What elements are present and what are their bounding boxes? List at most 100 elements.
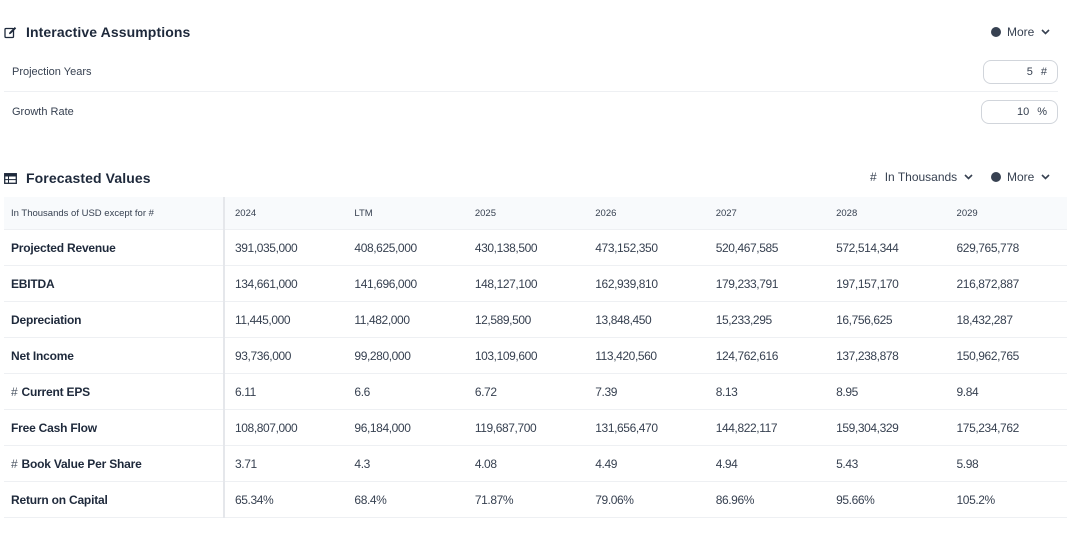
column-header: 2027 bbox=[705, 197, 827, 230]
table-cell: 16,756,625 bbox=[826, 301, 947, 338]
row-prefix: # bbox=[11, 384, 18, 399]
table-cell: 629,765,778 bbox=[946, 229, 1067, 266]
row-label: Net Income bbox=[4, 337, 225, 374]
table-cell: 8.13 bbox=[705, 373, 827, 410]
growth-rate-row: Growth Rate 10 % bbox=[4, 92, 1058, 132]
table-cell: 137,238,878 bbox=[826, 337, 947, 374]
table-cell: 13,848,450 bbox=[585, 301, 706, 338]
column-header: 2024 bbox=[224, 197, 345, 230]
table-cell: 141,696,000 bbox=[344, 265, 465, 302]
assumptions-title: Interactive Assumptions bbox=[26, 24, 191, 40]
projection-years-label: Projection Years bbox=[12, 66, 92, 78]
table-cell: 12,589,500 bbox=[464, 301, 586, 338]
table-cell: 71.87% bbox=[464, 481, 586, 518]
table-cell: 3.71 bbox=[224, 445, 345, 482]
projection-years-input[interactable]: 5 # bbox=[983, 60, 1058, 84]
table-cell: 162,939,810 bbox=[585, 265, 706, 302]
units-label: In Thousands bbox=[884, 170, 958, 184]
table-cell: 5.98 bbox=[946, 445, 1067, 482]
table-cell: 197,157,170 bbox=[826, 265, 947, 302]
table-cell: 86.96% bbox=[705, 481, 827, 518]
table-cell: 18,432,287 bbox=[946, 301, 1067, 338]
table-cell: 15,233,295 bbox=[705, 301, 827, 338]
forecast-more-button[interactable]: More bbox=[991, 170, 1050, 184]
projection-years-row: Projection Years 5 # bbox=[4, 52, 1058, 92]
table-cell: 175,234,762 bbox=[946, 409, 1067, 446]
table-cell: 6.6 bbox=[344, 373, 465, 410]
column-header: 2029 bbox=[946, 197, 1067, 230]
row-label: Depreciation bbox=[4, 301, 225, 338]
growth-rate-input[interactable]: 10 % bbox=[981, 100, 1058, 124]
table-row: Projected Revenue 391,035,000 408,625,000 4… bbox=[4, 229, 1067, 266]
row-label-text: Current EPS bbox=[21, 384, 90, 399]
chevron-down-icon bbox=[1041, 174, 1050, 180]
table-cell: 108,807,000 bbox=[224, 409, 345, 446]
table-cell: 4.3 bbox=[344, 445, 465, 482]
units-dropdown[interactable]: # In Thousands bbox=[870, 170, 973, 184]
table-body: Projected Revenue 391,035,000 408,625,000 4… bbox=[4, 229, 1067, 518]
table-cell: 95.66% bbox=[826, 481, 947, 518]
row-label-text: Book Value Per Share bbox=[21, 456, 142, 471]
row-label: Projected Revenue bbox=[4, 229, 225, 266]
table-header-row: In Thousands of USD except for # 2024 LTM… bbox=[4, 197, 1067, 230]
table-cell: 131,656,470 bbox=[585, 409, 706, 446]
table-cell: 9.84 bbox=[946, 373, 1067, 410]
row-label-text: Projected Revenue bbox=[11, 240, 116, 255]
table-cell: 79.06% bbox=[585, 481, 706, 518]
table-row: EBITDA 134,661,000 141,696,000 148,127,100 1… bbox=[4, 265, 1067, 302]
forecast-title: Forecasted Values bbox=[26, 170, 151, 186]
table-cell: 473,152,350 bbox=[585, 229, 706, 266]
table-cell: 430,138,500 bbox=[464, 229, 586, 266]
column-header: 2028 bbox=[826, 197, 947, 230]
table-cell: 4.08 bbox=[464, 445, 586, 482]
table-cell: 119,687,700 bbox=[464, 409, 586, 446]
table-cell: 159,304,329 bbox=[826, 409, 947, 446]
table-cell: 150,962,765 bbox=[946, 337, 1067, 374]
table-cell: 5.43 bbox=[826, 445, 947, 482]
row-label-text: Depreciation bbox=[11, 312, 82, 327]
table-cell: 96,184,000 bbox=[344, 409, 465, 446]
table-row: Return on Capital 65.34% 68.4% 71.87% 79.06%… bbox=[4, 481, 1067, 518]
column-header: LTM bbox=[344, 197, 465, 230]
table-cell: 148,127,100 bbox=[464, 265, 586, 302]
forecast-table: In Thousands of USD except for # 2024 LTM… bbox=[4, 197, 1067, 518]
table-header-label: In Thousands of USD except for # bbox=[4, 197, 225, 230]
units-prefix: # bbox=[870, 170, 877, 184]
projection-years-unit: # bbox=[1040, 66, 1047, 78]
growth-rate-value: 10 bbox=[1016, 106, 1030, 118]
more-dot-icon bbox=[991, 172, 1001, 182]
table-cell: 6.72 bbox=[464, 373, 586, 410]
assumptions-header: Interactive Assumptions bbox=[4, 24, 190, 40]
edit-icon bbox=[4, 26, 17, 39]
table-cell: 216,872,887 bbox=[946, 265, 1067, 302]
table-cell: 93,736,000 bbox=[224, 337, 345, 374]
table-icon bbox=[4, 172, 17, 184]
table-cell: 408,625,000 bbox=[344, 229, 465, 266]
table-row: # Book Value Per Share 3.71 4.3 4.08 4.49 4.94… bbox=[4, 445, 1067, 482]
chevron-down-icon bbox=[964, 174, 973, 180]
assumptions-more-button[interactable]: More bbox=[991, 25, 1050, 39]
table-cell: 11,482,000 bbox=[344, 301, 465, 338]
forecast-header: Forecasted Values bbox=[4, 170, 151, 186]
growth-rate-unit: % bbox=[1037, 106, 1047, 118]
row-label: Return on Capital bbox=[4, 481, 225, 518]
table-row: Free Cash Flow 108,807,000 96,184,000 119,6… bbox=[4, 409, 1067, 446]
more-label: More bbox=[1007, 170, 1035, 184]
row-label: EBITDA bbox=[4, 265, 225, 302]
table-cell: 7.39 bbox=[585, 373, 706, 410]
table-cell: 134,661,000 bbox=[224, 265, 345, 302]
row-label: # Current EPS bbox=[4, 373, 225, 410]
column-header: 2025 bbox=[464, 197, 586, 230]
table-cell: 520,467,585 bbox=[705, 229, 827, 266]
row-label-text: Net Income bbox=[11, 348, 74, 363]
table-cell: 99,280,000 bbox=[344, 337, 465, 374]
table-cell: 11,445,000 bbox=[224, 301, 345, 338]
table-cell: 6.11 bbox=[224, 373, 345, 410]
projection-years-value: 5 bbox=[1026, 66, 1033, 78]
table-row: Net Income 93,736,000 99,280,000 103,109,60… bbox=[4, 337, 1067, 374]
row-label: Free Cash Flow bbox=[4, 409, 225, 446]
table-cell: 8.95 bbox=[826, 373, 947, 410]
row-label-text: EBITDA bbox=[11, 276, 55, 291]
table-cell: 144,822,117 bbox=[705, 409, 827, 446]
table-cell: 391,035,000 bbox=[224, 229, 345, 266]
